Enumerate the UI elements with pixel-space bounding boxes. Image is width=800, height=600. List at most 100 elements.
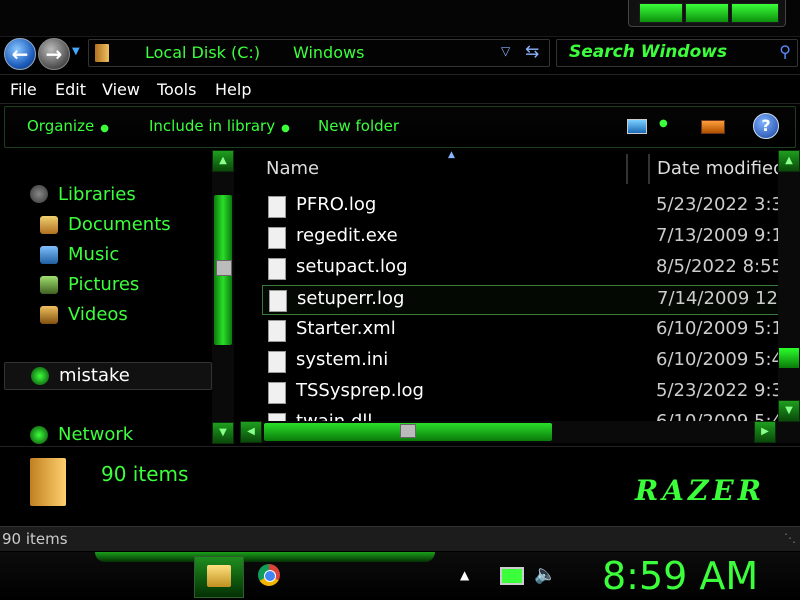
taskbar-explorer-button[interactable] [194,556,244,598]
nav-item-libraries[interactable]: Libraries [58,184,136,205]
scroll-up-icon[interactable]: ▲ [778,150,800,172]
dropdown-dot-icon: ● [100,123,109,134]
vertical-scroll-thumb[interactable] [779,348,799,368]
nav-item-pictures[interactable]: Pictures [68,274,139,295]
file-row[interactable]: PFRO.log 5/23/2022 3:3 [262,192,778,220]
chevron-down-icon[interactable]: ▽ [501,44,510,58]
file-row[interactable]: setupact.log 8/5/2022 8:55 [262,254,778,282]
network-status-icon[interactable] [500,567,524,585]
music-icon [40,246,58,264]
scroll-up-icon[interactable]: ▲ [212,150,234,172]
grip-icon [400,424,416,438]
refresh-icon[interactable]: ⇆ [525,42,539,62]
search-input[interactable]: Search Windows [569,42,727,62]
file-icon [268,351,286,373]
nav-item-videos[interactable]: Videos [68,304,128,325]
nav-item-music[interactable]: Music [68,244,119,265]
file-name: system.ini [296,349,389,370]
file-list-horizontal-scrollbar[interactable]: ◀ ▶ [240,421,778,443]
status-item-count: 90 items [2,530,68,548]
help-icon[interactable]: ? [753,113,779,139]
scroll-right-icon[interactable]: ▶ [754,421,776,443]
minimize-button[interactable] [639,3,683,23]
nav-item-mistake-label: mistake [59,365,130,386]
menu-tools[interactable]: Tools [157,80,196,99]
resize-grip-icon[interactable]: ⋱ [784,531,796,545]
organize-label: Organize [27,117,95,135]
videos-icon [40,306,58,324]
recent-pages-dropdown[interactable]: ▼ [72,46,80,57]
volume-icon[interactable]: 🔈 [534,564,556,585]
breadcrumb-windows[interactable]: Windows [293,43,364,62]
arrow-right-icon: → [45,42,63,66]
menu-help[interactable]: Help [215,80,251,99]
search-box[interactable]: Search Windows ⚲ [556,39,798,67]
file-row[interactable]: Starter.xml 6/10/2009 5:1 [262,316,778,344]
column-name[interactable]: Name [266,158,319,179]
search-icon[interactable]: ⚲ [779,42,791,61]
file-date: 6/10/2009 5:1 [656,318,778,339]
file-date: 6/10/2009 5:4 [656,349,778,370]
arrow-left-icon: ← [11,42,29,66]
breadcrumb-local-disk[interactable]: Local Disk (C:) [145,43,260,62]
taskbar-clock[interactable]: 8:59 AM [602,554,758,598]
window-controls [628,0,786,27]
file-icon [268,320,286,342]
file-list: ▲ Name Date modified PFRO.log 5/23/2022 3… [240,150,778,443]
organize-button[interactable]: Organize ● [27,117,109,135]
include-label: Include in library [149,117,276,135]
address-bar[interactable]: Local Disk (C:) Windows ▽ ⇆ [88,39,550,67]
column-header: ▲ Name Date modified [240,150,778,186]
details-item-count: 90 items [101,462,189,486]
computer-icon [31,367,49,385]
file-list-vertical-scrollbar[interactable]: ▲ ▼ [778,150,800,443]
close-button[interactable] [731,3,779,23]
taskbar-glow [95,552,435,562]
file-date: 5/23/2022 9:3 [656,380,778,401]
back-button[interactable]: ← [4,38,36,70]
nav-item-documents[interactable]: Documents [68,214,171,235]
view-dropdown-dot-icon[interactable]: ● [659,118,668,129]
maximize-button[interactable] [685,3,729,23]
razer-logo: RAZER [635,474,766,507]
column-divider[interactable] [648,154,650,184]
menu-view[interactable]: View [102,80,140,99]
scroll-down-icon[interactable]: ▼ [212,422,234,444]
file-date: 8/5/2022 8:55 [656,256,778,277]
explorer-folder-icon [207,565,231,587]
menu-file[interactable]: File [10,80,37,99]
column-divider[interactable] [626,154,628,184]
file-row[interactable]: regedit.exe 7/13/2009 9:1 [262,223,778,251]
file-name: setupact.log [296,256,408,277]
documents-icon [40,216,58,234]
network-icon [30,426,48,444]
nav-scrollbar[interactable]: ▲ ▼ [212,150,234,444]
menu-edit[interactable]: Edit [55,80,86,99]
nav-item-mistake[interactable]: mistake [4,362,212,390]
file-row[interactable]: system.ini 6/10/2009 5:4 [262,347,778,375]
folder-icon [95,44,109,62]
column-date-modified[interactable]: Date modified [657,158,778,179]
scroll-down-icon[interactable]: ▼ [778,400,800,422]
file-date: 5/23/2022 3:3 [656,194,778,215]
include-in-library-button[interactable]: Include in library ● [149,117,290,135]
chrome-icon[interactable] [258,564,280,586]
nav-item-network[interactable]: Network [58,424,133,445]
change-view-icon[interactable] [627,119,647,134]
grip-icon [216,260,232,276]
file-name: regedit.exe [296,225,398,246]
file-row[interactable]: TSSysprep.log 5/23/2022 9:3 [262,378,778,406]
preview-pane-icon[interactable] [701,120,725,134]
forward-button[interactable]: → [38,38,70,70]
file-name: PFRO.log [296,194,377,215]
libraries-icon [30,185,48,203]
file-icon [268,227,286,249]
file-row[interactable]: setuperr.log 7/14/2009 12: [262,285,778,315]
file-date: 7/14/2009 12: [657,288,778,309]
scroll-left-icon[interactable]: ◀ [240,421,262,443]
file-name: setuperr.log [297,288,405,309]
new-folder-button[interactable]: New folder [318,117,399,135]
file-icon [268,258,286,280]
show-hidden-icons-icon[interactable]: ▲ [460,568,469,582]
file-name: Starter.xml [296,318,396,339]
